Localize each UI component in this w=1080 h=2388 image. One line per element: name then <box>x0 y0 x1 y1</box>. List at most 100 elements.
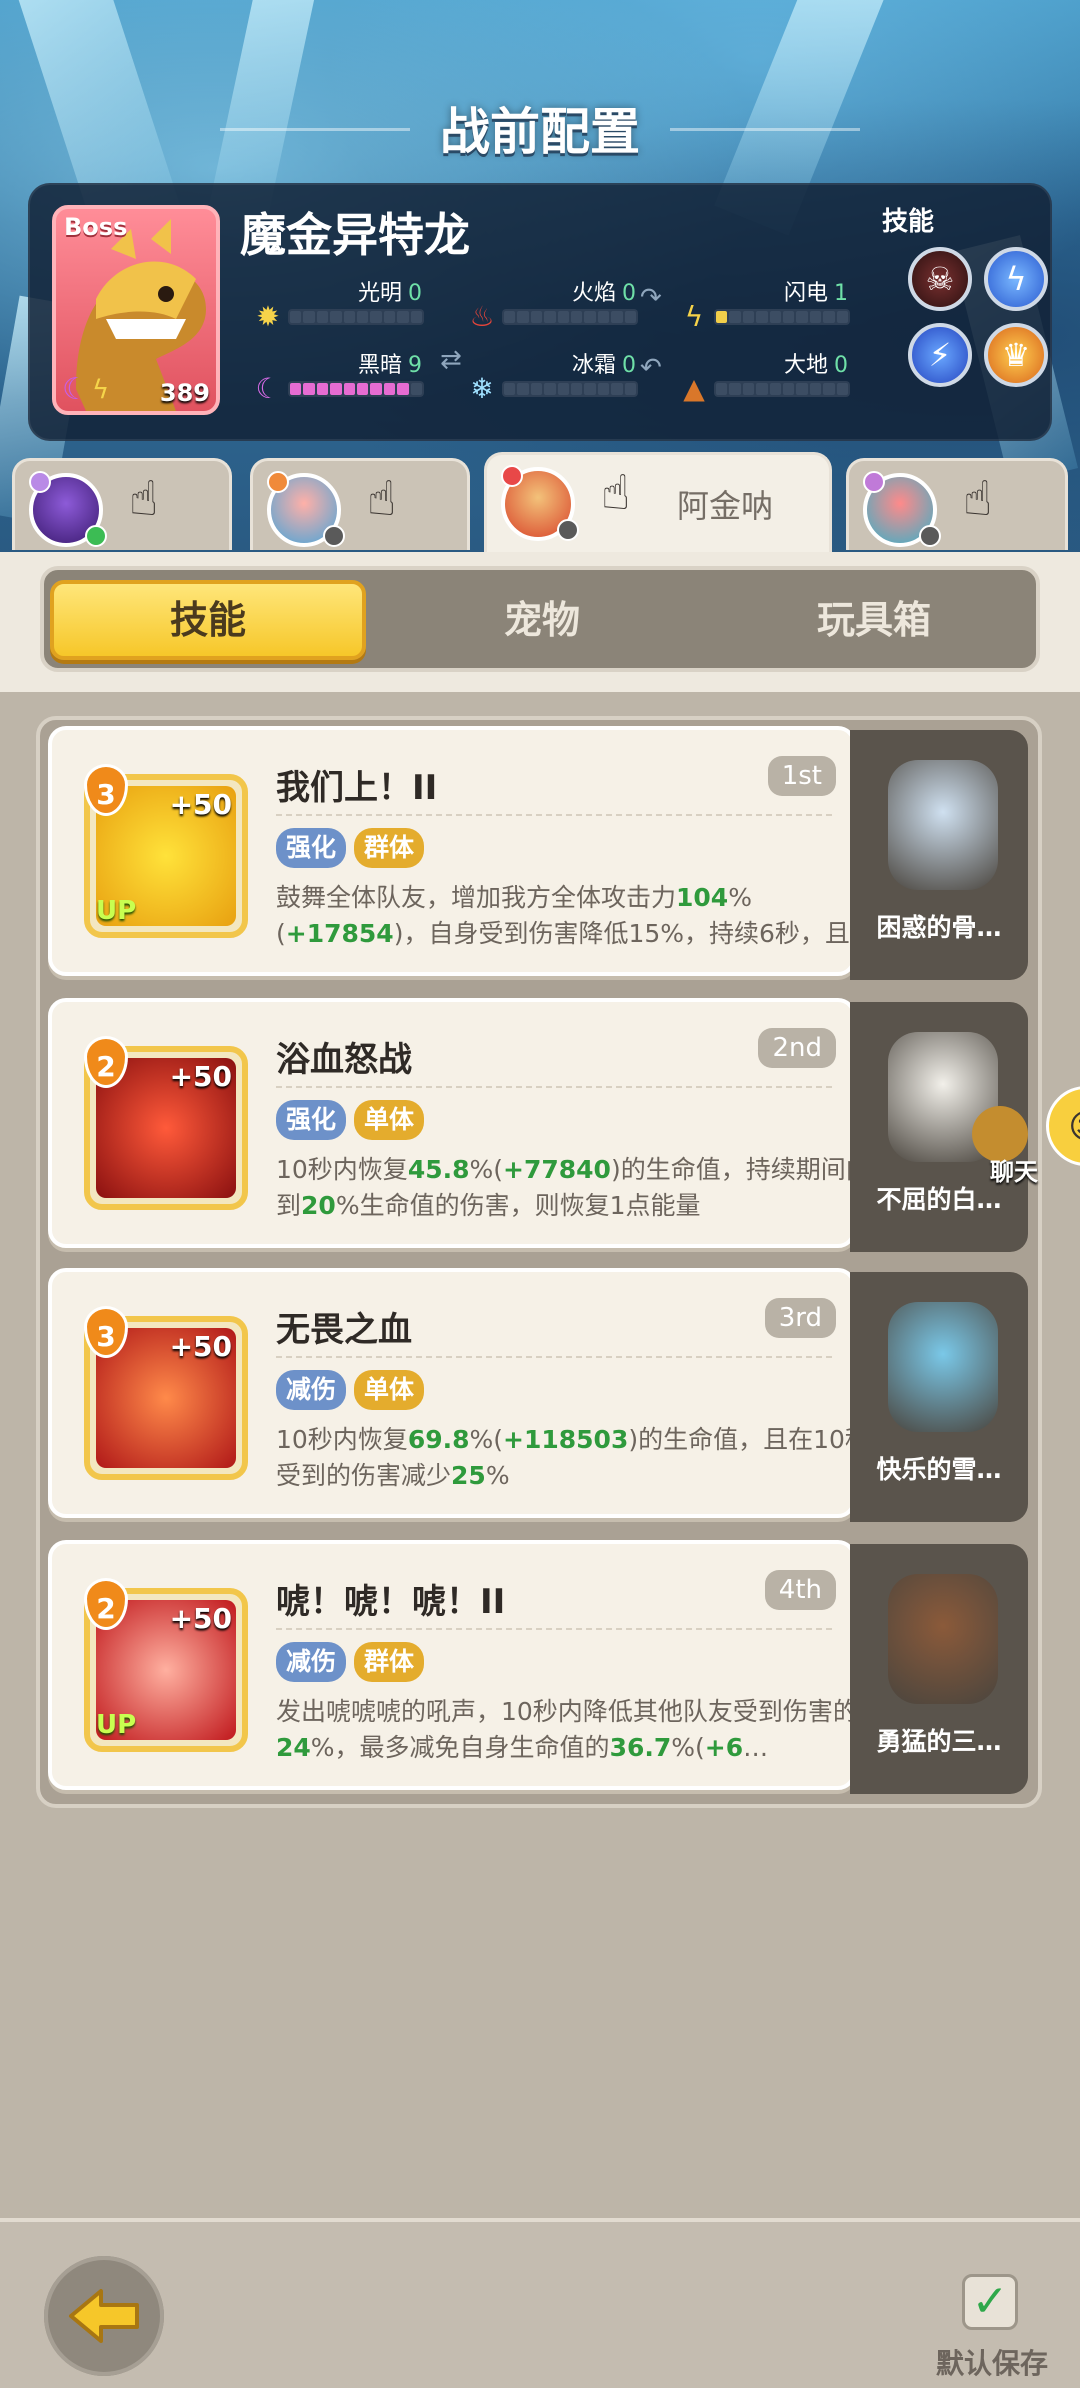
hero-tab-2[interactable]: ☝ <box>250 458 470 550</box>
skill-icon[interactable]: 2 +50 <box>84 1036 248 1210</box>
chat-label: 聊天 <box>990 1158 1038 1186</box>
skill-name: 我们上！II <box>276 768 438 808</box>
pet-slot[interactable]: 勇猛的三… <box>850 1544 1028 1794</box>
skill-rank-badge: 4th <box>764 1570 836 1610</box>
sun-icon: ✹ <box>256 300 280 333</box>
boss-level: 389 <box>159 379 210 407</box>
skill-card[interactable]: 2 +50 浴血怒战 2nd 强化 单体 10秒内恢复45.8%(+77840)… <box>48 998 896 1248</box>
element-badge-icon <box>863 471 885 493</box>
tab-skills[interactable]: 技能 <box>50 580 366 660</box>
skill-card[interactable]: 3 +50 无畏之血 3rd 减伤 单体 10秒内恢复69.8%(+118503… <box>48 1268 895 1518</box>
boss-tag: Boss <box>64 213 128 241</box>
skill-description: 10秒内恢复69.8%(+118503)的生命值，且在10秒内受到的伤害减少25… <box>276 1422 896 1494</box>
skill-name: 浴血怒战 <box>276 1040 412 1080</box>
skill-text: 10秒内恢复 <box>276 1155 408 1184</box>
check-icon: ✓ <box>971 2276 1009 2327</box>
stat-bar-lightning <box>714 309 850 325</box>
skill-tag: 强化 <box>276 1100 347 1140</box>
skill-icon[interactable]: 3 +50 <box>84 1306 248 1480</box>
hero-tab-active[interactable]: ☝ 阿金呐 <box>484 452 832 552</box>
lightning-icon: ϟ <box>684 300 704 333</box>
snowflake-icon: ❄ <box>470 372 494 405</box>
skill-tags: 强化 群体 <box>276 828 425 868</box>
skill-value: 104 <box>676 883 729 912</box>
stat-bar-dark <box>288 381 424 397</box>
tab-toybox[interactable]: 玩具箱 <box>716 580 1032 660</box>
skill-tag: 群体 <box>354 1642 425 1682</box>
boss-info-panel: Boss ☾ ϟ 389 魔金异特龙 光明 0 ✹ 火焰 0 ♨ 闪电 1 ϟ 黑暗 9… <box>28 183 1052 441</box>
element-link-icon: ↷ <box>640 283 662 313</box>
back-button[interactable] <box>44 2256 164 2376</box>
boss-skill-bolt-icon[interactable]: ⚡ <box>908 323 972 387</box>
tab-pets[interactable]: 宠物 <box>384 580 700 660</box>
skill-text: )，自身受到伤害降低15%，持续6秒，且… <box>393 919 875 948</box>
skill-icon[interactable]: 3 +50 UP <box>84 764 248 938</box>
boss-skill-flame-icon[interactable]: ♛ <box>984 323 1048 387</box>
pet-badge-icon <box>557 519 579 541</box>
stat-frost: 冰霜 0 ❄ <box>466 347 666 407</box>
skill-tags: 强化 单体 <box>276 1100 425 1140</box>
stat-bar-frost <box>502 381 638 397</box>
skill-value: 24 <box>276 1733 311 1762</box>
skill-card[interactable]: 2 +50 UP 唬！唬！唬！II 4th 减伤 群体 发出唬唬唬的吼声，10秒… <box>48 1540 858 1790</box>
skill-value: 69.8 <box>407 1425 470 1454</box>
pet-portrait-icon <box>888 1302 998 1432</box>
default-save-checkbox[interactable]: ✓ <box>962 2274 1018 2330</box>
skill-tag: 减伤 <box>276 1370 347 1410</box>
pointing-hand-icon: ☝ <box>601 465 631 521</box>
skill-tag: 单体 <box>354 1370 425 1410</box>
element-badge-icon <box>501 465 523 487</box>
skill-tags: 减伤 单体 <box>276 1370 425 1410</box>
mountain-icon: ▲ <box>683 372 705 405</box>
skill-icon[interactable]: 2 +50 UP <box>84 1578 248 1752</box>
pet-badge-icon <box>85 525 107 547</box>
element-badge-icon <box>29 471 51 493</box>
divider <box>276 814 832 816</box>
pet-badge-icon <box>323 525 345 547</box>
pointing-hand-icon: ☝ <box>963 471 993 527</box>
skill-tag: 强化 <box>276 828 347 868</box>
element-badge-icon <box>267 471 289 493</box>
skill-text: %( <box>671 1733 705 1762</box>
pet-portrait-icon <box>888 1574 998 1704</box>
stat-bar-fire <box>502 309 638 325</box>
boss-skill-lightning-icon[interactable]: ϟ <box>984 247 1048 311</box>
skill-text: %( <box>469 1155 504 1184</box>
skill-card[interactable]: 3 +50 UP 我们上！II 1st 强化 群体 鼓舞全体队友，增加我方全体攻… <box>48 726 875 976</box>
smiley-icon: ☺ <box>1068 1107 1080 1147</box>
fire-icon: ♨ <box>469 300 495 333</box>
skill-tags: 减伤 群体 <box>276 1642 425 1682</box>
skill-text: … <box>743 1733 769 1762</box>
hero-tab-1[interactable]: ☝ <box>12 458 232 550</box>
skill-value: +6 <box>704 1733 744 1762</box>
upgrade-badge: UP <box>96 896 137 926</box>
skill-value: 36.7 <box>609 1733 672 1762</box>
pet-slot[interactable]: 快乐的雪… <box>850 1272 1028 1522</box>
skill-value: 45.8 <box>407 1155 470 1184</box>
back-arrow-icon <box>69 2289 139 2343</box>
stat-earth: 大地 0 ▲ <box>678 347 878 407</box>
boss-portrait[interactable]: Boss ☾ ϟ 389 <box>52 205 220 415</box>
element-link-icon: ↶ <box>640 353 662 383</box>
skill-text: %( <box>469 1425 504 1454</box>
skill-value: +17854 <box>285 919 394 948</box>
pet-badge-icon <box>919 525 941 547</box>
skill-text: 10秒内恢复 <box>276 1425 408 1454</box>
skill-text: 发出唬唬唬的吼声，10秒内降低其他队友受到伤害的 <box>276 1697 858 1726</box>
lightning-icon: ϟ <box>92 375 110 405</box>
pet-name: 快乐的雪… <box>876 1455 1002 1484</box>
element-link-icon: ⇄ <box>440 345 462 375</box>
page-title: 战前配置 <box>440 103 640 161</box>
pet-slot[interactable]: 困惑的骨… <box>850 730 1028 980</box>
stat-light: 光明 0 ✹ <box>252 275 452 335</box>
skill-description: 鼓舞全体队友，增加我方全体攻击力104%(+17854)，自身受到伤害降低15%… <box>276 880 896 952</box>
hero-tab-4[interactable]: ☝ <box>846 458 1068 550</box>
skill-text: %，最多减免自身生命值的 <box>310 1733 610 1762</box>
skill-bonus: +50 <box>169 1602 232 1635</box>
pointing-hand-icon: ☝ <box>367 471 397 527</box>
skill-text: 鼓舞全体队友，增加我方全体攻击力 <box>276 883 677 912</box>
skill-bonus: +50 <box>169 1330 232 1363</box>
pet-name: 勇猛的三… <box>876 1727 1002 1756</box>
config-tabs: 技能 宠物 玩具箱 <box>40 566 1040 672</box>
boss-skill-bite-icon[interactable]: ☠ <box>908 247 972 311</box>
